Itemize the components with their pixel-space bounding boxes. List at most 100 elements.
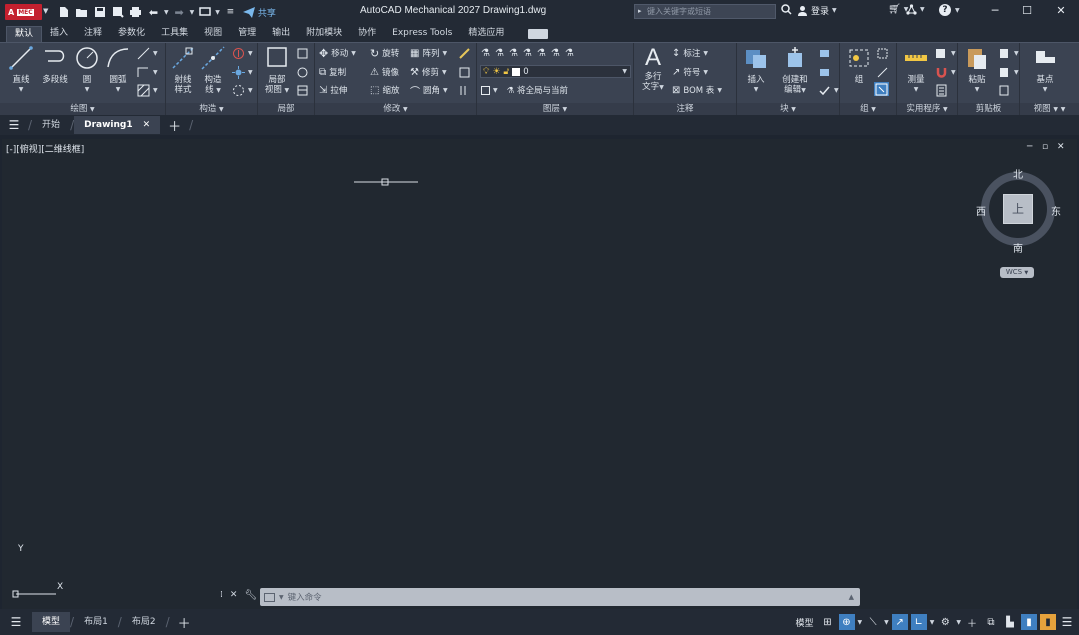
drawing-canvas[interactable]: [-][俯视][二维线框] ─ ▫ ✕ 上 北 南 东 西 WCS ▼ Y X … [2,139,1077,609]
command-grip-icon[interactable]: ⁞ [220,590,223,601]
ribbon-tab-9[interactable]: 协作 [350,26,384,42]
tab-layout1[interactable]: 布局1 [74,612,118,632]
panel-layers-title[interactable]: 图层 ▼ [477,103,633,115]
clipboard-tool-2[interactable]: ▼ [998,65,1019,79]
snap-mode-icon[interactable]: ⊕ [838,614,855,630]
ribbon-tab-10[interactable]: Express Tools [384,26,460,42]
dimension-button[interactable]: ↕ 标注 ▼ [672,46,708,60]
ribbon-tab-5[interactable]: 视图 [196,26,230,42]
app-menu-dropdown-icon[interactable]: ▼ [43,7,48,15]
panel-construct-title[interactable]: 构造 ▼ [166,103,257,115]
viewport-restore-button[interactable]: ▫ [1042,142,1048,152]
panel-block-title[interactable]: 块 ▼ [737,103,839,115]
tab-model[interactable]: 模型 [32,612,71,632]
construct-tool-1[interactable]: ▼ [232,46,253,60]
workspace-icon[interactable] [197,5,212,20]
close-button[interactable]: ✕ [1050,3,1072,19]
detail-tool-2[interactable] [296,65,309,79]
compass-north[interactable]: 北 [1013,166,1023,181]
rotate-button[interactable]: ↻ 旋转 [370,46,399,60]
polyline-button[interactable]: 多段线 [38,45,72,85]
panel-view-title[interactable]: 视图 ▼ ▼ [1020,103,1079,115]
save-icon[interactable] [92,5,107,20]
detail-tool-1[interactable] [296,46,309,60]
clipboard-tool-3[interactable] [998,83,1011,97]
model-space-button[interactable]: 模型 [792,616,816,629]
redo-icon[interactable]: ➡ [172,5,187,20]
group-tool-2[interactable] [876,65,889,79]
paste-button[interactable]: 粘贴 ▼ [962,45,992,95]
polar-tracking-icon[interactable]: ↗ [891,614,908,630]
viewport-close-button[interactable]: ✕ [1057,142,1065,152]
block-tool-1[interactable] [818,46,831,60]
search-expand-icon[interactable]: ▸ [638,5,642,18]
scale-button[interactable]: ⬚ 缩放 [370,83,399,97]
panel-annotation-title[interactable]: 注释 [634,103,736,115]
ribbon-minimize-toggle[interactable] [528,29,549,39]
ortho-icon[interactable]: ⟍ [865,614,881,630]
match-layer-button[interactable]: ⚗ 将全局与当前 [507,84,568,96]
array-button[interactable]: ▦ 阵列 ▼ [410,46,447,60]
new-tab-button[interactable]: ＋ [160,116,189,135]
line-button[interactable]: 直线 ▼ [6,45,36,95]
settings-dropdown-icon[interactable]: ▼ [956,619,961,626]
panel-utilities-title[interactable]: 实用程序 ▼ [897,103,957,115]
ribbon-tab-2[interactable]: 注释 [76,26,110,42]
ribbon-tab-8[interactable]: 附加模块 [298,26,350,42]
panel-modify-title[interactable]: 修改 ▼ [315,103,476,115]
layout-menu-icon[interactable]: ☰ [0,615,32,629]
command-customize-icon[interactable]: 🔧︎ [244,590,257,601]
mirror-button[interactable]: ⚠ 镜像 [370,65,399,79]
construction-line-button[interactable]: 构造 线 ▼ [198,45,228,96]
undo-icon[interactable]: ⬅ [146,5,161,20]
viewcube-top-face[interactable]: 上 [1003,194,1033,224]
insert-block-button[interactable]: 插入 ▼ [741,45,771,95]
minimize-button[interactable]: ─ [984,3,1006,19]
command-close-icon[interactable]: ✕ [230,590,238,601]
arc-button[interactable]: 圆弧 ▼ [103,45,133,95]
compass-east[interactable]: 东 [1051,203,1061,218]
ribbon-tab-0[interactable]: 默认 [6,26,43,42]
ray-style-button[interactable]: 射线 样式 [168,45,198,95]
panel-draw-title[interactable]: 绘图 ▼ [0,103,165,115]
panel-detail-title[interactable]: 局部 [258,103,314,115]
tab-drawing1[interactable]: Drawing1 ✕ [74,116,161,134]
ortho-dropdown-icon[interactable]: ▼ [884,619,889,626]
grid-icon[interactable]: ⊞ [820,614,836,630]
detail-view-button[interactable]: 局部 视图 ▼ [262,45,292,96]
base-view-button[interactable]: 基点 ▼ [1030,45,1060,95]
modify-extra-1[interactable] [458,46,471,60]
bom-button[interactable]: ⊠ BOM 表 ▼ [672,83,722,97]
clipboard-tool-1[interactable]: ▼ [998,46,1019,60]
ribbon-tab-4[interactable]: 工具集 [153,26,196,42]
layer-freeze-icon[interactable]: ⚗ [537,48,546,59]
construct-tool-2[interactable]: ▼ [232,65,253,79]
wcs-menu-button[interactable]: WCS ▼ [1000,267,1034,278]
layer-properties-icon[interactable]: ⚗ [481,48,490,59]
circle-button[interactable]: 圆 ▼ [72,45,102,95]
add-layout-button[interactable]: ＋ [170,613,199,632]
group-button[interactable]: 组 [844,45,874,85]
file-tabs-menu-icon[interactable]: ☰ [0,118,28,132]
tab-start[interactable]: 开始 [32,116,70,134]
panel-groups-title[interactable]: 组 ▼ [840,103,896,115]
viewport-controls-label[interactable]: [-][俯视][二维线框] [6,142,84,155]
viewcube[interactable]: 上 北 南 东 西 [976,166,1061,256]
snap-dropdown-icon[interactable]: ▼ [858,619,863,626]
move-button[interactable]: ✥ 移动 ▼ [319,46,356,60]
stretch-button[interactable]: ⇲ 拉伸 [319,83,347,97]
viewport-minimize-button[interactable]: ─ [1027,142,1032,152]
open-icon[interactable] [74,5,89,20]
modify-extra-3[interactable] [458,83,471,97]
workspace-switch-icon[interactable]: ▙ [1002,614,1018,630]
ribbon-tab-7[interactable]: 输出 [264,26,298,42]
create-block-button[interactable]: 创建和 编辑▼ [777,45,813,96]
utility-tool-3[interactable] [935,83,948,97]
compass-south[interactable]: 南 [1013,240,1023,255]
customize-qat-icon[interactable]: ≡ [223,5,238,20]
save-as-icon[interactable] [110,5,125,20]
utility-tool-1[interactable]: ▼ [935,46,956,60]
hardware-acceleration-icon[interactable]: ▮ [1040,614,1056,630]
spline-button[interactable]: ▼ [137,46,158,60]
print-icon[interactable] [128,5,143,20]
